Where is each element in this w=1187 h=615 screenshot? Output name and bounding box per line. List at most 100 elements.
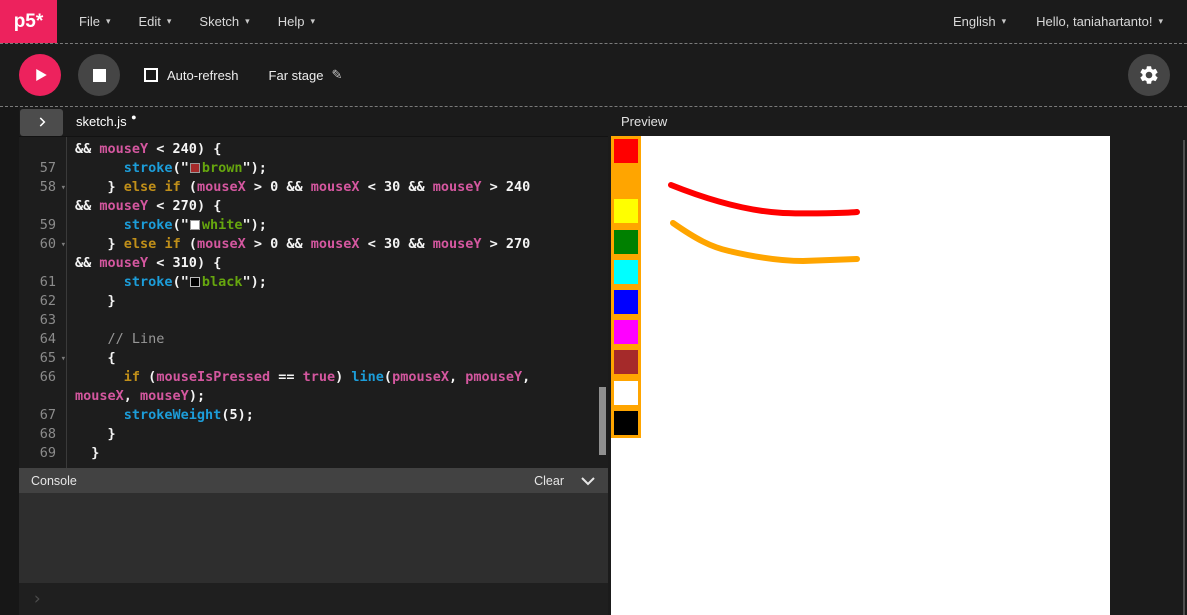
inline-color-swatch[interactable] (189, 163, 200, 173)
code-line[interactable]: 63 (19, 311, 608, 330)
edit-sketch-name-icon[interactable]: ✎ (331, 67, 342, 83)
code-line[interactable]: 62 } (19, 292, 608, 311)
line-number (19, 197, 66, 216)
code-rows: && mouseY < 240) {57 stroke(" brown"); 58 ▾… (19, 140, 608, 463)
code-token: } (75, 179, 124, 195)
code-line[interactable]: 61 stroke(" black"); (19, 273, 608, 292)
fold-arrow-icon[interactable]: ▾ (61, 179, 66, 198)
code-token: < 310) { (148, 255, 222, 271)
console-title: Console (31, 473, 77, 488)
line-number (19, 254, 66, 273)
code-token: if (123, 369, 141, 385)
menu-edit[interactable]: Edit ▾ (124, 0, 185, 43)
console-input-line[interactable]: › (19, 583, 608, 615)
caret-down-icon: ▾ (310, 16, 315, 26)
fold-arrow-icon[interactable]: ▾ (61, 350, 66, 369)
code-line[interactable]: && mouseY < 310) { (19, 254, 608, 273)
settings-button[interactable] (1128, 54, 1170, 96)
line-number: 60 ▾ (19, 235, 66, 254)
code-line[interactable]: 66 if (mouseIsPressed == true) line(pmou… (19, 368, 608, 387)
console-prompt-icon: › (32, 589, 43, 609)
p5-logo[interactable]: p5* (0, 0, 57, 43)
code-token: mouseY (432, 179, 482, 195)
code-text: stroke(" white"); (66, 216, 267, 235)
account-dropdown[interactable]: Hello, taniahartanto! ▾ (1036, 0, 1163, 43)
language-dropdown[interactable]: English ▾ (953, 0, 1006, 43)
tab-sketch-js[interactable]: sketch.js ● (76, 112, 137, 129)
main-menus: File ▾ Edit ▾ Sketch ▾ Help ▾ (65, 0, 329, 43)
stop-button[interactable] (78, 54, 120, 96)
code-token: mouseX (75, 388, 124, 404)
line-number: 58 ▾ (19, 178, 66, 197)
code-token: pmouseY (465, 369, 523, 385)
menu-sketch[interactable]: Sketch ▾ (185, 0, 263, 43)
gear-icon (1140, 66, 1158, 84)
console-header: Console Clear (19, 468, 608, 493)
code-token: mouseY (99, 255, 149, 271)
line-number (19, 387, 66, 406)
sketch-canvas[interactable] (611, 136, 1110, 615)
sketch-name[interactable]: Far stage (269, 68, 324, 83)
line-number: 62 (39, 293, 56, 309)
code-text: strokeWeight(5); (66, 406, 254, 425)
console-collapse-button[interactable] (580, 476, 596, 486)
code-token: (5); (221, 407, 254, 423)
editor-console-column: sketch.js ● && mouseY < 240) {57 stroke(… (19, 107, 608, 615)
code-text: && mouseY < 240) { (66, 140, 221, 159)
line-number: 57 (39, 160, 56, 176)
code-line[interactable]: 59 stroke(" white"); (19, 216, 608, 235)
code-line[interactable]: 69 } (19, 444, 608, 463)
code-line[interactable]: && mouseY < 270) { (19, 197, 608, 216)
fold-arrow-icon[interactable]: ▾ (61, 236, 66, 255)
tab-label: sketch.js (76, 114, 127, 129)
auto-refresh-checkbox[interactable] (144, 68, 158, 82)
code-token: mouseX (310, 236, 360, 252)
toolbar: Auto-refresh Far stage ✎ (0, 44, 1187, 107)
code-token: } (75, 293, 116, 309)
code-editor[interactable]: && mouseY < 240) {57 stroke(" brown"); 58 ▾… (19, 136, 608, 468)
file-tab-bar: sketch.js ● (19, 107, 608, 136)
inline-color-swatch[interactable] (189, 220, 200, 230)
code-token: , (448, 369, 466, 385)
code-line[interactable]: && mouseY < 240) { (19, 140, 608, 159)
code-token: < 30 && (359, 179, 433, 195)
editor-scrollbar[interactable] (599, 387, 606, 455)
code-token: (" (172, 217, 189, 233)
caret-down-icon: ▾ (1158, 16, 1163, 26)
line-number: 61 (39, 274, 56, 290)
menu-sketch-label: Sketch (199, 14, 240, 29)
code-token: mouseY (99, 141, 149, 157)
code-token: ); (188, 388, 206, 404)
menu-file[interactable]: File ▾ (65, 0, 124, 43)
code-token: true (302, 369, 336, 385)
console-panel: Console Clear › (19, 468, 608, 615)
inline-color-swatch[interactable] (189, 277, 200, 287)
drawn-strokes (668, 182, 860, 265)
code-line[interactable]: mouseX, mouseY); (19, 387, 608, 406)
console-clear-button[interactable]: Clear (534, 474, 564, 488)
menu-help[interactable]: Help ▾ (264, 0, 329, 43)
code-token: else (123, 179, 157, 195)
code-line[interactable]: 65 ▾ { (19, 349, 608, 368)
code-line[interactable]: 68 } (19, 425, 608, 444)
auto-refresh-label: Auto-refresh (167, 67, 239, 83)
play-button[interactable] (19, 54, 61, 96)
preview-pane: Preview (608, 107, 1187, 615)
drawn-stroke (668, 182, 860, 217)
page-scrollbar[interactable] (1183, 140, 1185, 615)
code-line[interactable]: 57 stroke(" brown"); (19, 159, 608, 178)
code-line[interactable]: 60 ▾ } else if (mouseX > 0 && mouseX < 30… (19, 235, 608, 254)
code-line[interactable]: 67 strokeWeight(5); (19, 406, 608, 425)
sidebar-expand-button[interactable] (20, 108, 63, 136)
code-token: stroke (123, 274, 173, 290)
code-token: stroke (123, 160, 173, 176)
code-line[interactable]: 64 // Line (19, 330, 608, 349)
code-line[interactable]: 58 ▾ } else if (mouseX > 0 && mouseX < 30… (19, 178, 608, 197)
code-token: if (164, 236, 181, 252)
code-token: mouseX (196, 179, 246, 195)
